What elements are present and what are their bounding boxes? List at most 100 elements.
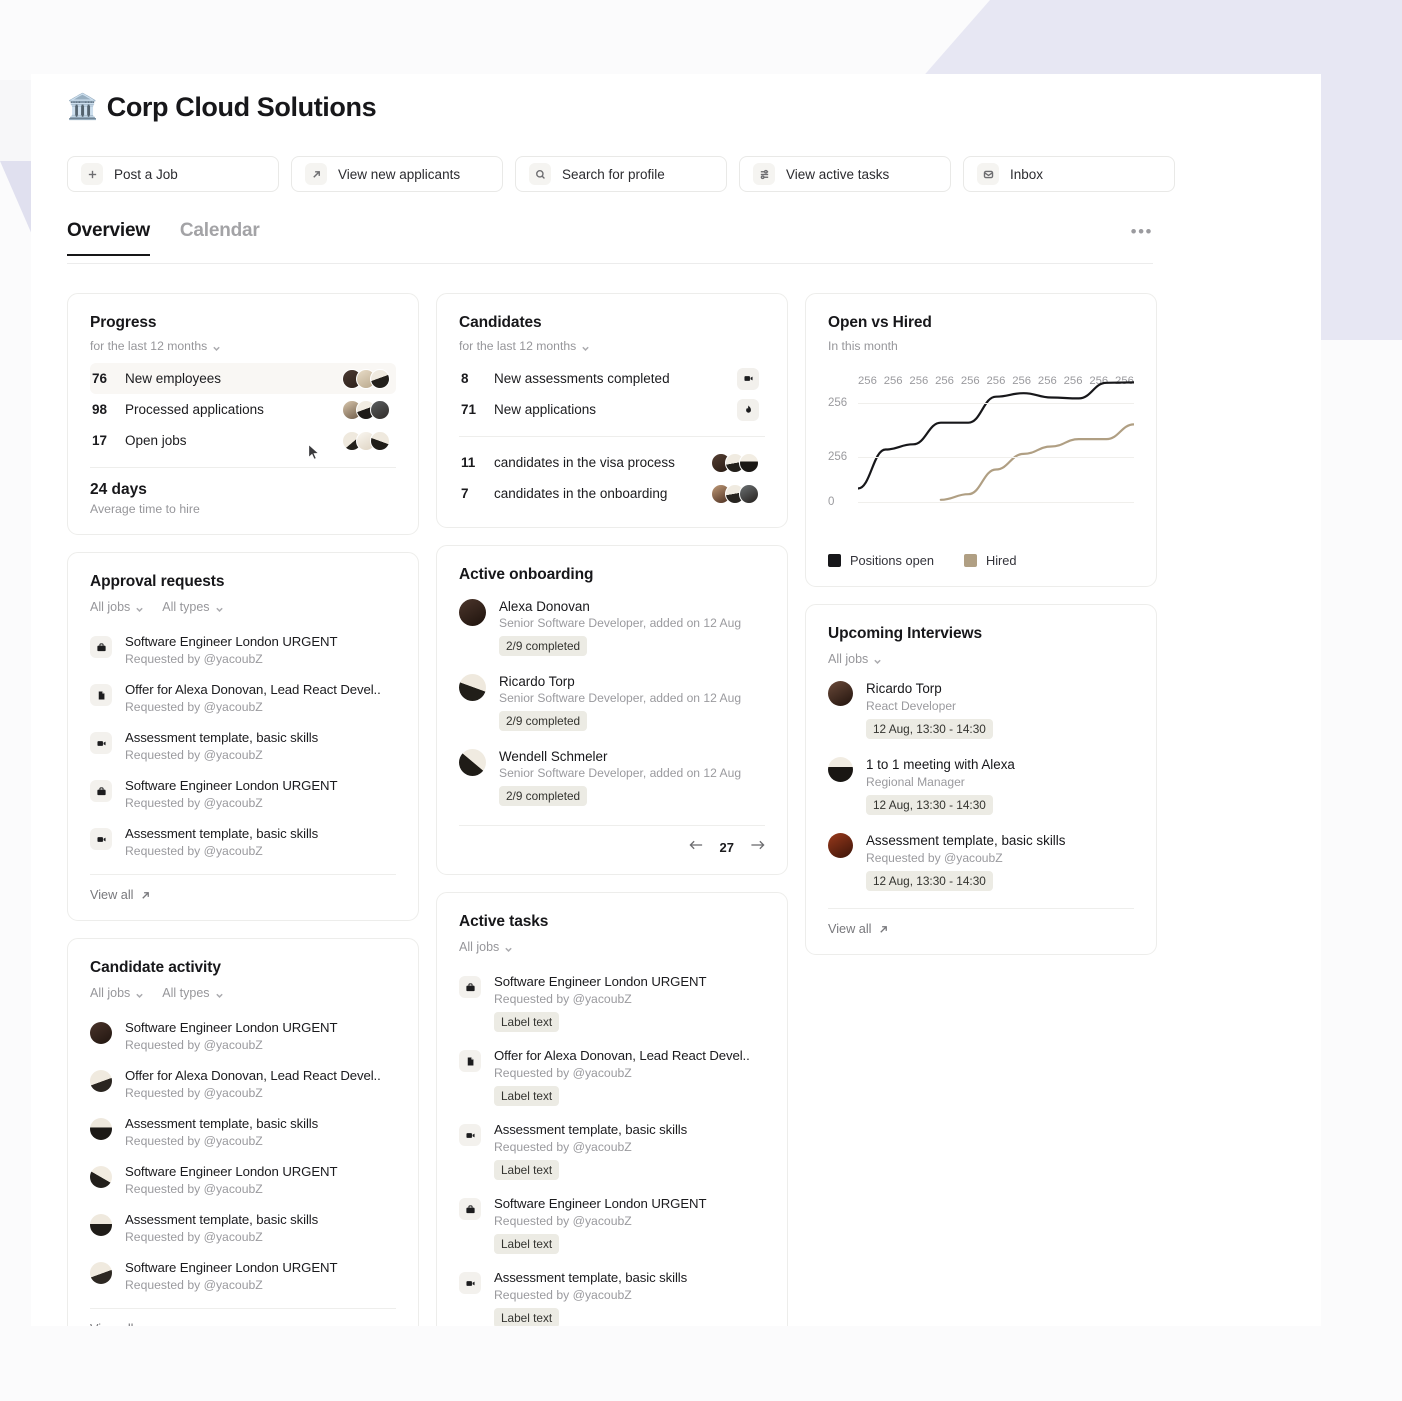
list-item[interactable]: Assessment template, basic skills Request… [459, 1114, 765, 1188]
onboarding-item[interactable]: Ricardo Torp Senior Software Developer, … [459, 665, 765, 740]
interview-item[interactable]: Assessment template, basic skills Reques… [828, 824, 1134, 900]
avatar [90, 1070, 112, 1092]
candidates-row[interactable]: 7 candidates in the onboarding [459, 478, 765, 509]
candidate-activity-filters: All jobs All types [90, 986, 396, 1000]
upcoming-interviews-view-all-link[interactable]: View all [828, 908, 1134, 936]
status-badge: 2/9 completed [499, 711, 588, 731]
interview-item[interactable]: 1 to 1 meeting with Alexa Regional Manag… [828, 748, 1134, 824]
onboarding-meta: Senior Software Developer, added on 12 A… [499, 616, 742, 630]
list-item[interactable]: Offer for Alexa Donovan, Lead React Deve… [90, 1060, 396, 1108]
active-onboarding-card: Active onboarding Alexa Donovan Senior S… [436, 545, 788, 875]
list-item[interactable]: Assessment template, basic skills Request… [459, 1262, 765, 1326]
list-item[interactable]: Software Engineer London URGENT Requested… [90, 1252, 396, 1300]
list-item[interactable]: Offer for Alexa Donovan, Lead React Deve… [459, 1040, 765, 1114]
candidates-row[interactable]: 8 New assessments completed [459, 363, 765, 394]
list-item-meta: Requested by @yacoubZ [125, 796, 263, 810]
interview-meta: Requested by @yacoubZ [866, 851, 1003, 865]
list-item[interactable]: Assessment template, basic skills Request… [90, 1204, 396, 1252]
progress-row[interactable]: 76 New employees [90, 363, 396, 394]
view-new-applicants-button[interactable]: View new applicants [291, 156, 503, 192]
list-item-meta: Requested by @yacoubZ [494, 1140, 632, 1154]
candidate-activity-view-all-link[interactable]: View all [90, 1308, 396, 1326]
next-page-button[interactable] [750, 838, 765, 856]
candidate-activity-list: Software Engineer London URGENT Requested… [90, 1012, 396, 1300]
inbox-icon [977, 163, 999, 185]
list-item-title: Offer for Alexa Donovan, Lead React Deve… [125, 682, 381, 697]
onboarding-item[interactable]: Wendell Schmeler Senior Software Develop… [459, 740, 765, 815]
arrow-up-right-icon [143, 1325, 149, 1326]
candidates-row[interactable]: 11 candidates in the visa process [459, 447, 765, 478]
legend-item-hired: Hired [963, 553, 1017, 568]
list-item-meta: Requested by @yacoubZ [494, 992, 632, 1006]
approval-view-all-link[interactable]: View all [90, 874, 396, 902]
filter-all-jobs[interactable]: All jobs [459, 940, 513, 954]
avatar [459, 599, 486, 626]
post-a-job-button[interactable]: Post a Job [67, 156, 279, 192]
interview-time-badge: 12 Aug, 13:30 - 14:30 [866, 719, 993, 739]
app-window: 🏛️ Corp Cloud Solutions Post a Job View … [31, 74, 1321, 1326]
series-hired [941, 424, 1134, 499]
list-item-meta: Requested by @yacoubZ [125, 748, 263, 762]
search-for-profile-label: Search for profile [562, 166, 665, 182]
chevron-down-icon [581, 342, 590, 351]
list-item[interactable]: Software Engineer London URGENT Requested… [459, 966, 765, 1040]
filter-label: All jobs [90, 600, 131, 614]
tab-overview[interactable]: Overview [67, 220, 150, 256]
avg-time-value: 24 days [90, 481, 147, 498]
candidates-label: candidates in the onboarding [494, 486, 668, 501]
list-item-title: Software Engineer London URGENT [125, 778, 338, 793]
chevron-down-icon [135, 989, 144, 998]
progress-row[interactable]: 98 Processed applications [90, 394, 396, 425]
search-for-profile-button[interactable]: Search for profile [515, 156, 727, 192]
list-item[interactable]: Assessment template, basic skills Request… [90, 1108, 396, 1156]
approval-filters: All jobs All types [90, 600, 396, 614]
prev-page-button[interactable] [689, 838, 704, 856]
progress-title: Progress [90, 314, 157, 331]
filter-all-jobs[interactable]: All jobs [90, 986, 144, 1000]
interview-name: Assessment template, basic skills [866, 833, 1066, 848]
task-label-badge: Label text [494, 1308, 560, 1326]
progress-label: Processed applications [125, 402, 264, 417]
page-title: 🏛️ Corp Cloud Solutions [67, 92, 377, 123]
filter-all-jobs[interactable]: All jobs [828, 652, 882, 666]
onboarding-pager: 27 [459, 825, 765, 856]
progress-row[interactable]: 17 Open jobs [90, 425, 396, 456]
avatar [90, 1262, 112, 1284]
candidates-label: New applications [494, 402, 597, 417]
list-item[interactable]: Assessment template, basic skills Request… [90, 722, 396, 770]
list-item[interactable]: Software Engineer London URGENT Requested… [90, 1012, 396, 1060]
avatar [459, 674, 486, 701]
onboarding-item[interactable]: Alexa Donovan Senior Software Developer,… [459, 590, 765, 665]
progress-period-dropdown[interactable]: for the last 12 months [90, 339, 396, 353]
list-item-title: Software Engineer London URGENT [494, 974, 707, 989]
list-item-title: Software Engineer London URGENT [125, 1260, 338, 1275]
chevron-down-icon [212, 342, 221, 351]
view-active-tasks-button[interactable]: View active tasks [739, 156, 951, 192]
tab-calendar[interactable]: Calendar [180, 220, 260, 254]
filter-label: All jobs [90, 986, 131, 1000]
gridline [858, 457, 1134, 458]
filter-all-jobs[interactable]: All jobs [90, 600, 144, 614]
list-item-meta: Requested by @yacoubZ [125, 700, 263, 714]
chart-lines [858, 375, 1134, 505]
filter-all-types[interactable]: All types [162, 600, 223, 614]
inbox-button[interactable]: Inbox [963, 156, 1175, 192]
overflow-menu-button[interactable]: ••• [1131, 222, 1153, 242]
candidates-row[interactable]: 71 New applications [459, 394, 765, 425]
list-item-meta: Requested by @yacoubZ [125, 844, 263, 858]
list-item[interactable]: Offer for Alexa Donovan, Lead React Deve… [90, 674, 396, 722]
list-item[interactable]: Software Engineer London URGENT Requested… [90, 626, 396, 674]
avatar-group [342, 399, 390, 420]
candidates-period-dropdown[interactable]: for the last 12 months [459, 339, 765, 353]
interview-item[interactable]: Ricardo Torp React Developer 12 Aug, 13:… [828, 672, 1134, 748]
dashboard-grid: Progress for the last 12 months 76 New e… [67, 293, 1157, 1326]
legend-swatch [963, 554, 977, 567]
filter-all-types[interactable]: All types [162, 986, 223, 1000]
chart-plot-area [858, 375, 1134, 505]
list-item[interactable]: Software Engineer London URGENT Requested… [90, 1156, 396, 1204]
list-item[interactable]: Assessment template, basic skills Request… [90, 818, 396, 866]
approval-requests-card: Approval requests All jobs All types Sof… [67, 552, 419, 921]
list-item[interactable]: Software Engineer London URGENT Requested… [90, 770, 396, 818]
task-label-badge: Label text [494, 1012, 560, 1032]
list-item[interactable]: Software Engineer London URGENT Requested… [459, 1188, 765, 1262]
